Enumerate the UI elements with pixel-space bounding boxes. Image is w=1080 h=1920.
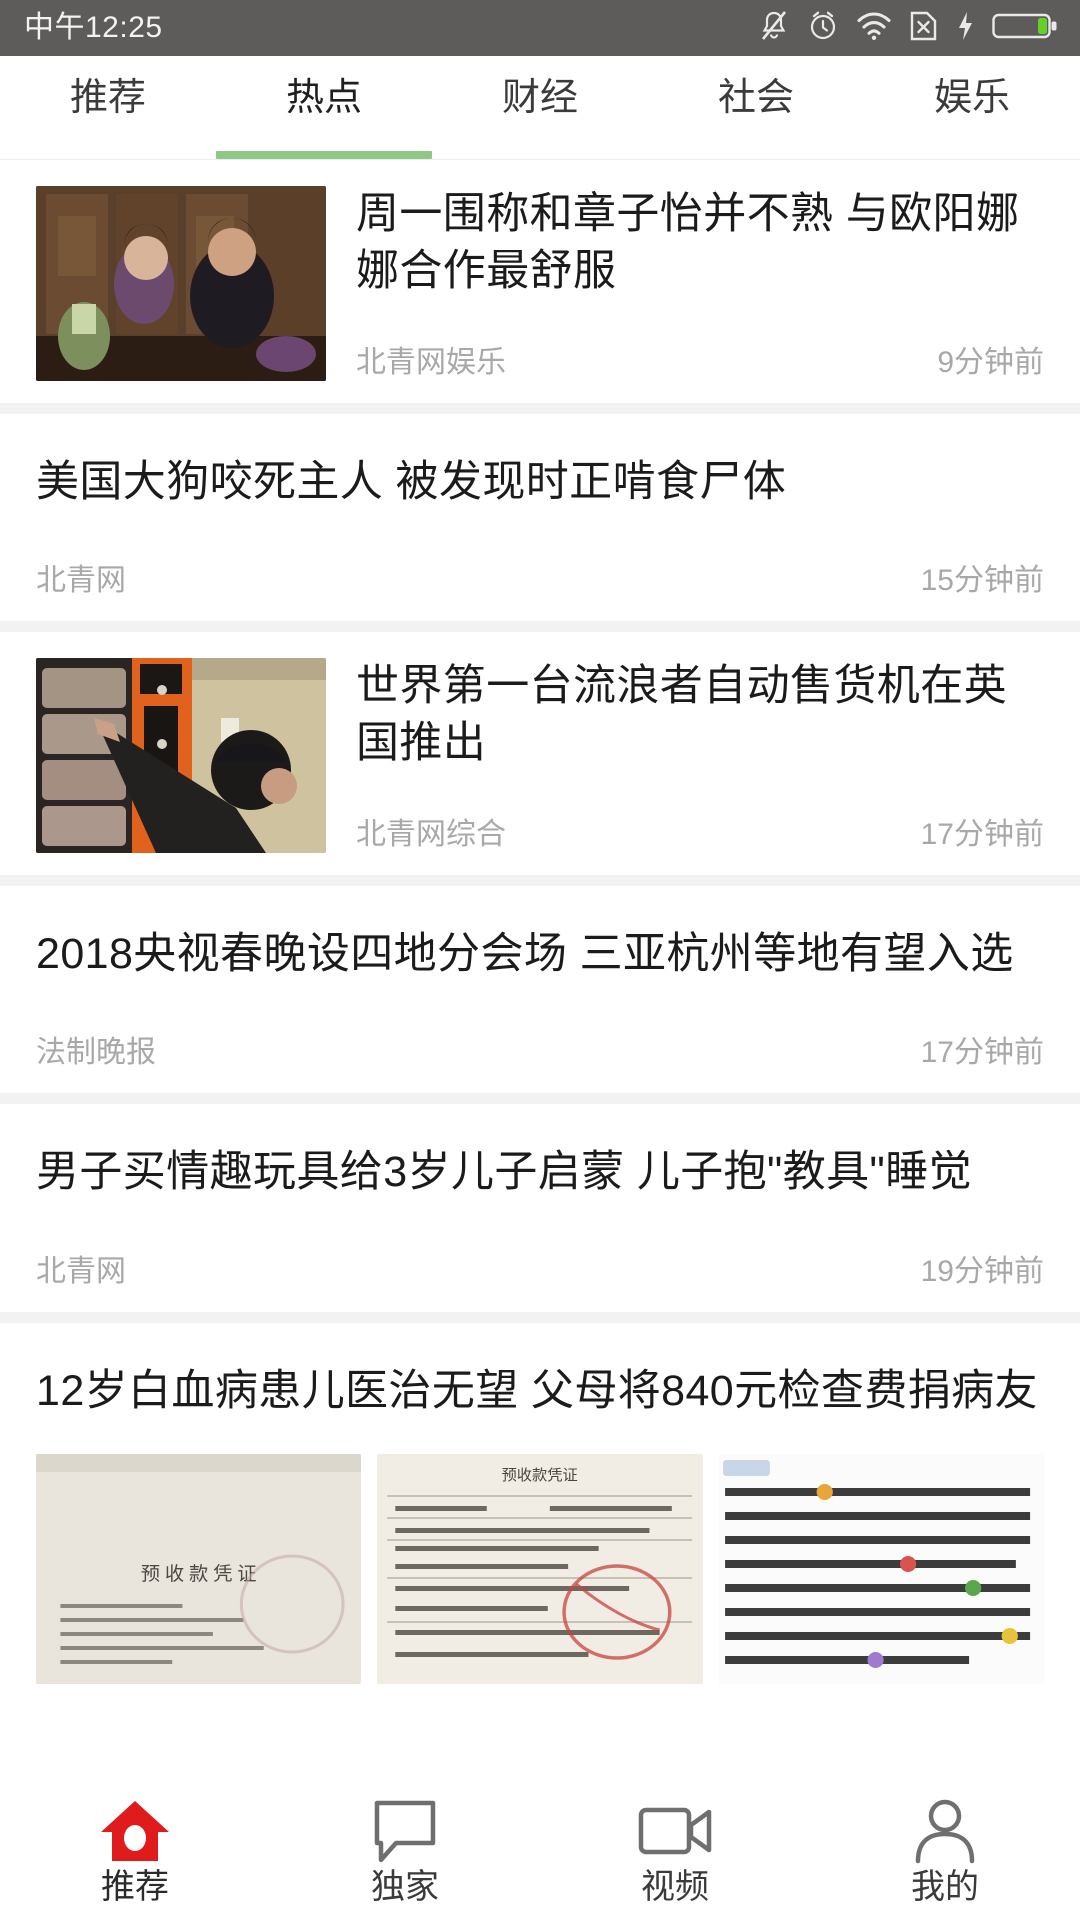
news-item[interactable]: 世界第一台流浪者自动售货机在英国推出 北青网综合 17分钟前 — [0, 632, 1080, 887]
speech-bubble-icon — [368, 1796, 442, 1866]
svg-text:预收款凭证: 预收款凭证 — [502, 1467, 578, 1484]
category-tab-bar[interactable]: 推荐 热点 财经 社会 娱乐 — [0, 56, 1080, 160]
article-source: 北青网 — [36, 564, 126, 598]
news-item[interactable]: 美国大狗咬死主人 被发现时正啃食尸体 北青网 15分钟前 — [0, 414, 1080, 633]
news-item[interactable]: 男子买情趣玩具给3岁儿子启蒙 儿子抱"教具"睡觉 北青网 19分钟前 — [0, 1104, 1080, 1323]
svg-text:预 收 款 凭 证: 预 收 款 凭 证 — [141, 1563, 257, 1585]
nav-item-label: 我的 — [911, 1868, 979, 1906]
status-bar-icons — [758, 9, 1058, 48]
article-meta: 北青网娱乐 9分钟前 — [356, 311, 1044, 381]
article-source: 北青网综合 — [356, 818, 506, 852]
tab-tuijian[interactable]: 推荐 — [0, 56, 216, 160]
person-icon — [908, 1796, 982, 1866]
news-item[interactable]: 周一围称和章子怡并不熟 与欧阳娜娜合作最舒服 北青网娱乐 9分钟前 — [0, 160, 1080, 414]
article-thumbnail: 预 收 款 凭 证 — [36, 1453, 362, 1684]
article-time: 17分钟前 — [920, 1036, 1044, 1070]
news-item[interactable]: 2018央视春晚设四地分会场 三亚杭州等地有望入选 法制晚报 17分钟前 — [0, 886, 1080, 1105]
tab-redian[interactable]: 热点 — [216, 56, 432, 160]
status-bar: 中午12:25 — [0, 0, 1080, 56]
bottom-navigation-bar[interactable]: 推荐 独家 视频 我的 — [0, 1780, 1080, 1920]
nav-item-tuijian[interactable]: 推荐 — [0, 1796, 270, 1904]
tab-label: 热点 — [285, 77, 362, 119]
article-thumbnail — [718, 1453, 1044, 1684]
article-title: 美国大狗咬死主人 被发现时正啃食尸体 — [36, 458, 787, 506]
bell-muted-icon — [758, 9, 790, 48]
article-time: 17分钟前 — [920, 818, 1044, 852]
tab-yule[interactable]: 娱乐 — [864, 56, 1080, 160]
article-title: 2018央视春晚设四地分会场 三亚杭州等地有望入选 — [36, 930, 1014, 979]
article-thumbnail-row: 预 收 款 凭 证 预收款凭证 — [36, 1453, 1044, 1684]
news-feed: 周一围称和章子怡并不熟 与欧阳娜娜合作最舒服 北青网娱乐 9分钟前 美国大狗咬死… — [0, 160, 1080, 1684]
article-meta: 法制晚报 17分钟前 — [36, 983, 1044, 1071]
nav-item-dujia[interactable]: 独家 — [270, 1796, 540, 1904]
article-source: 北青网娱乐 — [356, 346, 506, 379]
article-meta: 北青网综合 17分钟前 — [356, 783, 1044, 853]
article-title: 周一围称和章子怡并不熟 与欧阳娜娜合作最舒服 — [356, 190, 1020, 296]
active-tab-indicator — [216, 151, 432, 159]
tab-caijing[interactable]: 财经 — [432, 56, 648, 160]
article-time: 15分钟前 — [920, 564, 1044, 598]
article-meta: 北青网 19分钟前 — [36, 1202, 1044, 1290]
news-item[interactable]: 12岁白血病患儿医治无望 父母将840元检查费捐病友 预 收 款 凭 证 预收款… — [0, 1322, 1080, 1684]
article-thumbnail — [36, 186, 326, 381]
charging-bolt-icon — [955, 9, 975, 48]
nav-item-label: 视频 — [641, 1868, 709, 1906]
article-thumbnail — [36, 658, 326, 854]
tab-shehui[interactable]: 社会 — [648, 56, 864, 160]
article-time: 19分钟前 — [920, 1254, 1044, 1288]
article-source: 北青网 — [36, 1254, 126, 1288]
battery-icon — [992, 9, 1058, 48]
article-time: 9分钟前 — [937, 346, 1044, 379]
tab-label: 财经 — [501, 77, 578, 119]
nav-item-label: 推荐 — [101, 1868, 169, 1906]
video-camera-icon — [635, 1796, 715, 1866]
tab-label: 娱乐 — [933, 77, 1010, 119]
article-source: 法制晚报 — [36, 1036, 156, 1070]
nav-item-label: 独家 — [371, 1868, 439, 1906]
article-thumbnail: 预收款凭证 — [377, 1453, 703, 1684]
wifi-icon — [856, 11, 892, 46]
status-bar-clock: 中午12:25 — [24, 11, 163, 44]
alarm-clock-icon — [807, 9, 839, 48]
tab-label: 社会 — [717, 77, 794, 119]
article-title: 男子买情趣玩具给3岁儿子启蒙 儿子抱"教具"睡觉 — [36, 1148, 972, 1197]
nav-item-shipin[interactable]: 视频 — [540, 1796, 810, 1904]
home-icon — [98, 1796, 172, 1866]
article-meta: 北青网 15分钟前 — [36, 511, 1044, 599]
nav-item-wode[interactable]: 我的 — [810, 1796, 1080, 1904]
article-title: 世界第一台流浪者自动售货机在英国推出 — [356, 662, 1007, 768]
sim-card-x-icon — [909, 9, 938, 48]
article-title: 12岁白血病患儿医治无望 父母将840元检查费捐病友 — [36, 1366, 1038, 1415]
tab-label: 推荐 — [69, 77, 146, 119]
